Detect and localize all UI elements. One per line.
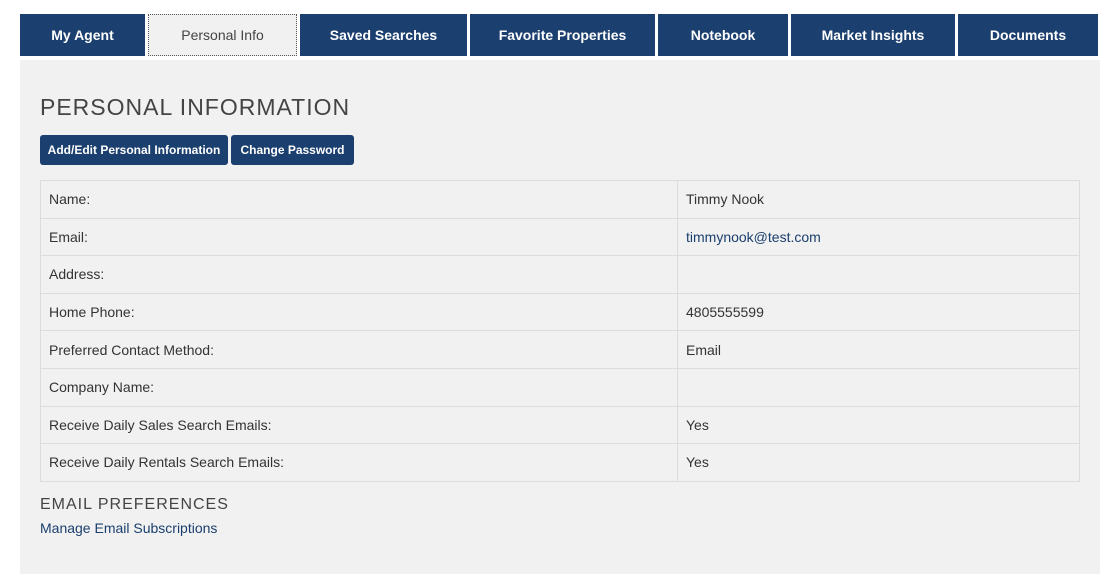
tab-market-insights[interactable]: Market Insights: [791, 14, 955, 56]
page-title: PERSONAL INFORMATION: [40, 94, 351, 120]
tab-my-agent[interactable]: My Agent: [20, 14, 145, 56]
field-label-company-name: Company Name:: [40, 367, 678, 407]
email-link[interactable]: timmynook@test.com: [686, 229, 821, 245]
change-password-button[interactable]: Change Password: [231, 135, 354, 165]
manage-email-subscriptions-link[interactable]: Manage Email Subscriptions: [40, 520, 217, 536]
personal-info-panel: PERSONAL INFORMATION Add/Edit Personal I…: [20, 60, 1100, 574]
tab-favorite-properties[interactable]: Favorite Properties: [470, 14, 655, 56]
field-label-daily-rentals-emails: Receive Daily Rentals Search Emails:: [40, 443, 678, 482]
table-row: Address:: [40, 255, 1080, 294]
field-label-email: Email:: [40, 217, 678, 257]
tab-personal-info[interactable]: Personal Info: [148, 14, 297, 56]
field-label-preferred-contact: Preferred Contact Method:: [40, 330, 678, 369]
personal-info-table: Name: Timmy Nook Email: timmynook@test.c…: [40, 180, 1080, 482]
table-row: Company Name:: [40, 367, 1080, 407]
field-value-preferred-contact: Email: [677, 330, 1080, 369]
table-row: Receive Daily Rentals Search Emails: Yes: [40, 443, 1080, 482]
field-label-address: Address:: [40, 255, 678, 294]
field-label-daily-sales-emails: Receive Daily Sales Search Emails:: [40, 405, 678, 445]
tab-saved-searches[interactable]: Saved Searches: [300, 14, 467, 56]
top-tab-bar: My Agent Personal Info Saved Searches Fa…: [20, 14, 1106, 56]
tab-notebook[interactable]: Notebook: [658, 14, 788, 56]
table-row: Preferred Contact Method: Email: [40, 330, 1080, 369]
field-value-daily-rentals-emails: Yes: [677, 443, 1080, 482]
table-row: Home Phone: 4805555599: [40, 292, 1080, 332]
table-row: Email: timmynook@test.com: [40, 217, 1080, 257]
field-value-address: [677, 255, 1080, 294]
field-value-name: Timmy Nook: [677, 180, 1080, 219]
field-value-daily-sales-emails: Yes: [677, 405, 1080, 445]
field-label-name: Name:: [40, 180, 678, 219]
table-row: Name: Timmy Nook: [40, 180, 1080, 219]
email-preferences-heading: EMAIL PREFERENCES: [40, 496, 229, 513]
table-row: Receive Daily Sales Search Emails: Yes: [40, 405, 1080, 445]
field-value-company-name: [677, 367, 1080, 407]
field-label-home-phone: Home Phone:: [40, 292, 678, 332]
field-value-home-phone: 4805555599: [677, 292, 1080, 332]
add-edit-personal-info-button[interactable]: Add/Edit Personal Information: [40, 135, 228, 165]
tab-documents[interactable]: Documents: [958, 14, 1098, 56]
field-value-email-cell: timmynook@test.com: [677, 217, 1080, 257]
